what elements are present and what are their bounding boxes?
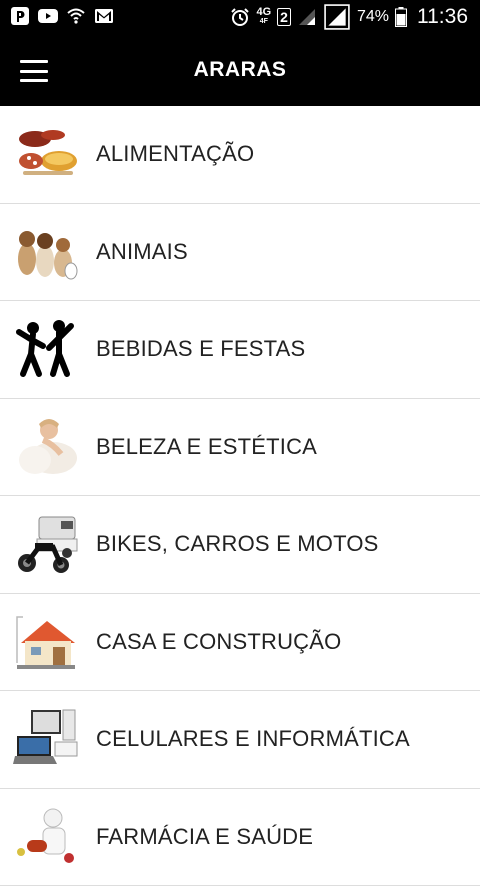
computer-icon	[13, 706, 79, 772]
status-time: 11:36	[417, 5, 468, 29]
category-list: ALIMENTAÇÃO ANIMAIS BEBIDAS E F	[0, 106, 480, 886]
list-item-bikes-carros-motos[interactable]: BIKES, CARROS E MOTOS	[0, 496, 480, 594]
signal-icon	[323, 4, 351, 30]
pharmacy-icon	[13, 804, 79, 870]
category-label: BELEZA E ESTÉTICA	[96, 434, 317, 460]
network-type-indicator: 4G 4F	[256, 7, 271, 27]
wifi-icon	[66, 6, 86, 26]
category-label: CELULARES E INFORMÁTICA	[96, 726, 410, 752]
list-item-animais[interactable]: ANIMAIS	[0, 204, 480, 302]
food-icon	[13, 121, 79, 187]
gmail-icon	[94, 6, 114, 26]
vehicles-icon	[13, 511, 79, 577]
youtube-icon	[38, 6, 58, 26]
list-item-casa-construcao[interactable]: CASA E CONSTRUÇÃO	[0, 594, 480, 692]
list-item-farmacia-saude[interactable]: FARMÁCIA E SAÚDE	[0, 789, 480, 886]
category-label: FARMÁCIA E SAÚDE	[96, 824, 313, 850]
app-bar: ARARAS	[0, 34, 480, 106]
category-label: BIKES, CARROS E MOTOS	[96, 531, 379, 557]
alarm-icon	[230, 7, 250, 27]
signal-icon	[297, 7, 317, 27]
category-label: ALIMENTAÇÃO	[96, 141, 254, 167]
category-label: BEBIDAS E FESTAS	[96, 336, 305, 362]
battery-percent: 74%	[357, 8, 389, 26]
list-item-bebidas-festas[interactable]: BEBIDAS E FESTAS	[0, 301, 480, 399]
list-item-celulares-informatica[interactable]: CELULARES E INFORMÁTICA	[0, 691, 480, 789]
house-icon	[13, 609, 79, 675]
p-app-icon	[10, 6, 30, 26]
list-item-beleza-estetica[interactable]: BELEZA E ESTÉTICA	[0, 399, 480, 497]
sim-slot-indicator: 2	[277, 8, 291, 26]
page-title: ARARAS	[0, 58, 480, 82]
animals-icon	[13, 219, 79, 285]
status-bar: 4G 4F 2 74% 11:36	[0, 0, 480, 34]
category-label: ANIMAIS	[96, 239, 188, 265]
category-label: CASA E CONSTRUÇÃO	[96, 629, 341, 655]
list-item-alimentacao[interactable]: ALIMENTAÇÃO	[0, 106, 480, 204]
dancers-icon	[13, 316, 79, 382]
battery-icon	[395, 7, 407, 27]
beauty-icon	[13, 414, 79, 480]
